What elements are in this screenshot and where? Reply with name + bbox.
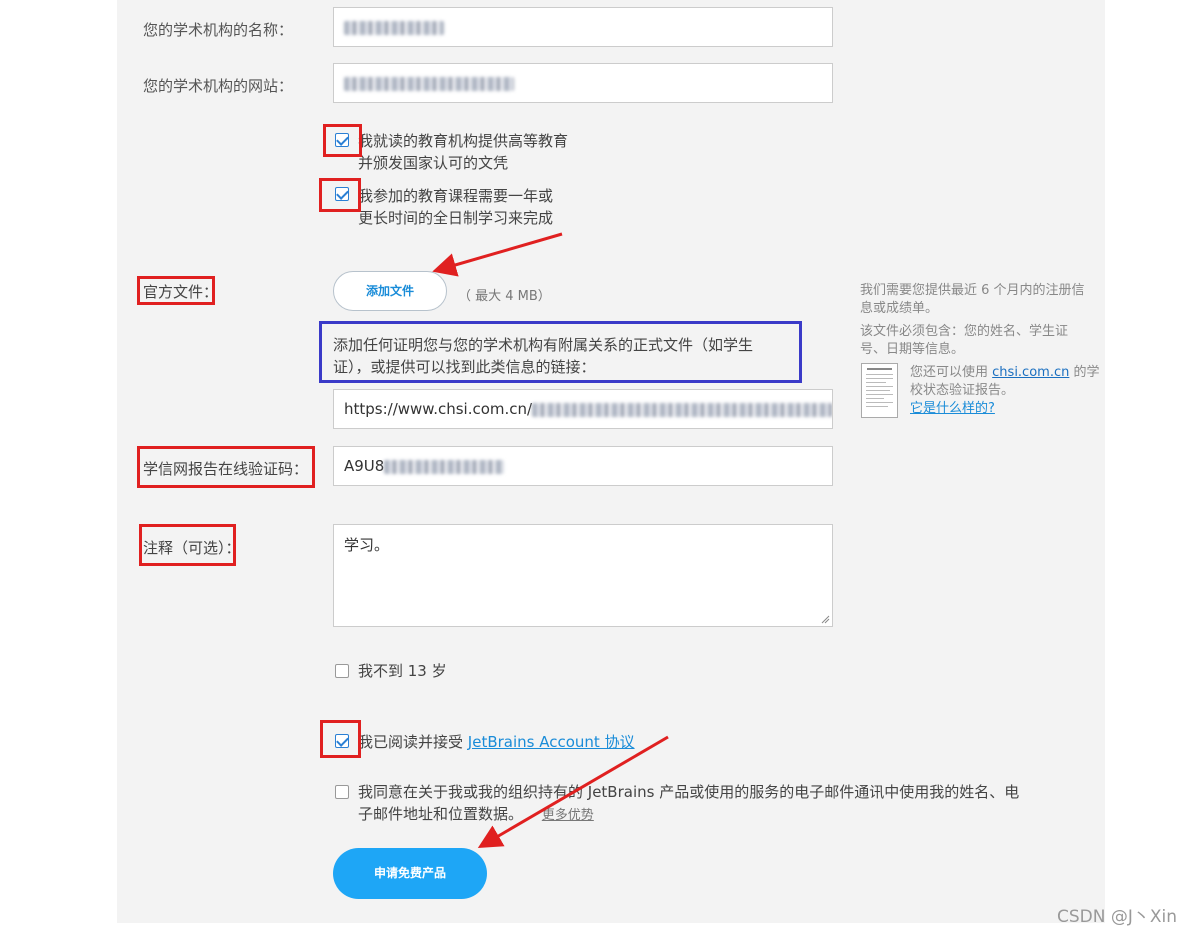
annotation-arrows bbox=[432, 232, 669, 849]
csdn-watermark: CSDN @J丶Xin bbox=[1056, 907, 1177, 927]
arrow-to-submit bbox=[477, 735, 669, 849]
arrow-to-add-file bbox=[432, 232, 563, 277]
